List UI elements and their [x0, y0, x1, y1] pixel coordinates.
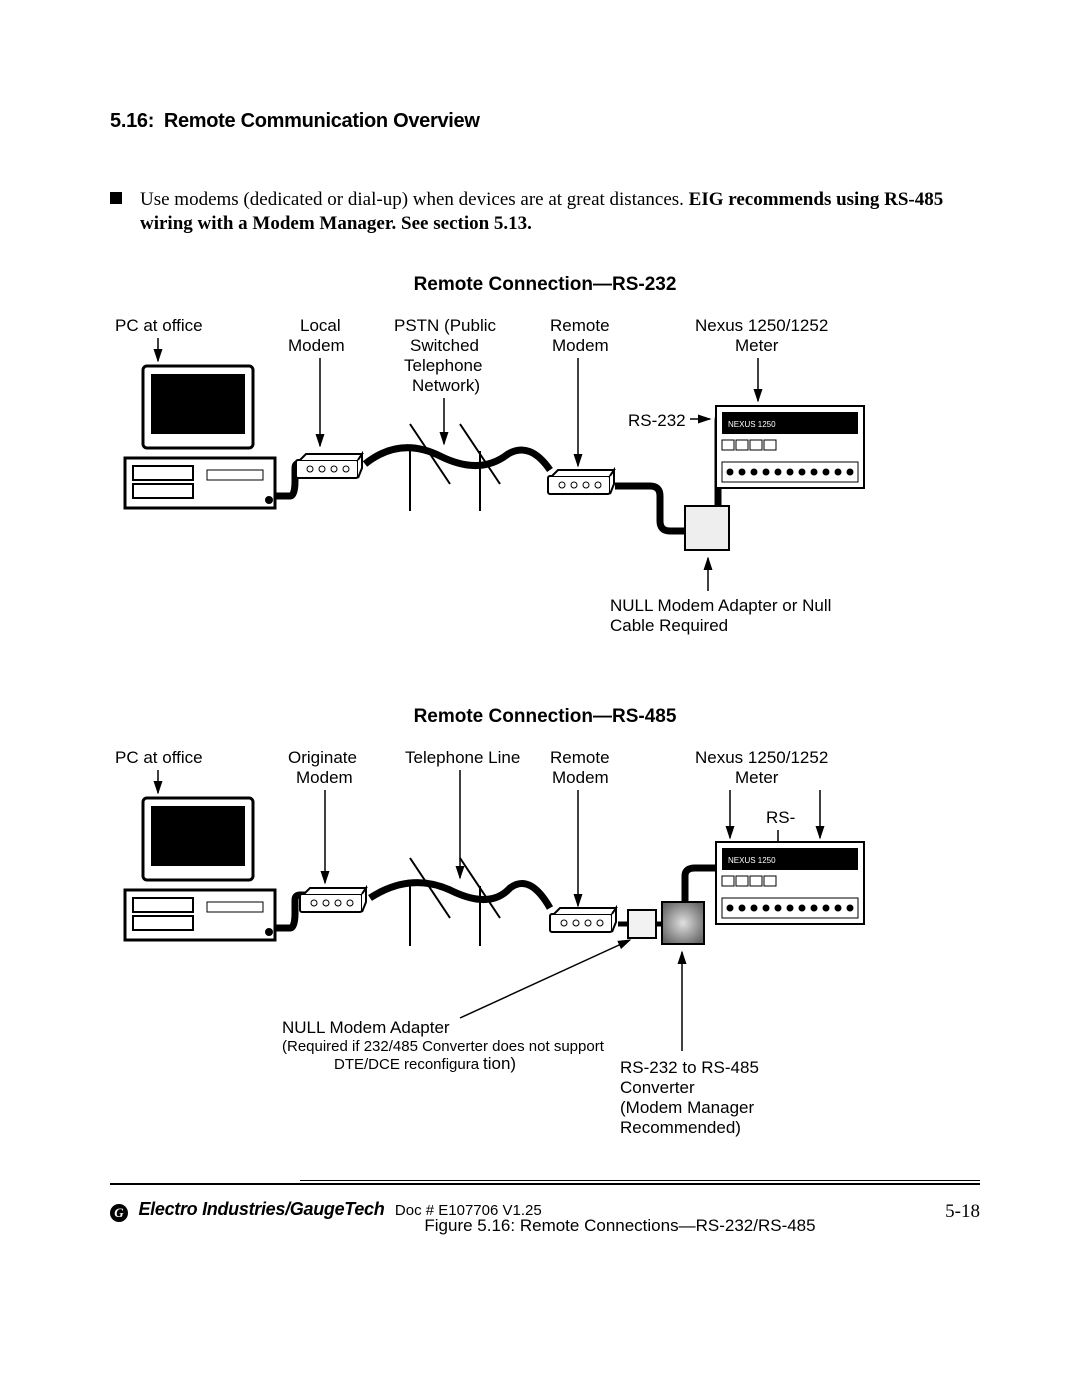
section-title-value: Remote Communication Overview	[164, 110, 480, 132]
null-adapter-icon	[685, 506, 729, 550]
diagram1-svg: NEXUS 1250	[110, 306, 980, 676]
footer-doc: Doc # E107706 V1.25	[395, 1202, 542, 1219]
caption-rule	[300, 1180, 980, 1181]
null-adapter2-icon	[628, 910, 656, 938]
brand-logo-icon: G	[110, 1204, 128, 1222]
pc-icon	[125, 366, 275, 508]
diagram2-title: Remote Connection—RS-485	[110, 706, 980, 728]
page-footer: G Electro Industries/GaugeTech Doc # E10…	[110, 1195, 980, 1222]
body-regular-text: Use modems (dedicated or dial-up) when d…	[140, 189, 689, 210]
nexus-meter-icon: NEXUS 1250	[716, 406, 864, 488]
page-number: 5-18	[945, 1201, 980, 1223]
section-number: 5.16:	[110, 110, 154, 132]
diagram2-stage: PC at office Originate Modem Telephone L…	[110, 738, 980, 1198]
local-modem-icon	[296, 454, 362, 478]
svg-text:NEXUS 1250: NEXUS 1250	[728, 420, 776, 429]
footer-company: Electro Industries/GaugeTech	[138, 1199, 384, 1219]
remote-modem-icon	[548, 470, 614, 494]
diagram2-svg: NEXUS 1250	[110, 738, 980, 1198]
diagram1-stage: PC at office Local Modem PSTN (Public Sw…	[110, 306, 980, 676]
bullet-icon	[110, 192, 122, 204]
converter-icon	[662, 902, 704, 944]
body-paragraph: Use modems (dedicated or dial-up) when d…	[110, 188, 980, 236]
section-heading: 5.16: Remote Communication Overview	[110, 110, 980, 133]
footer-rule	[110, 1183, 980, 1185]
diagram1-title: Remote Connection—RS-232	[110, 274, 980, 296]
svg-text:NEXUS 1250: NEXUS 1250	[728, 856, 776, 865]
